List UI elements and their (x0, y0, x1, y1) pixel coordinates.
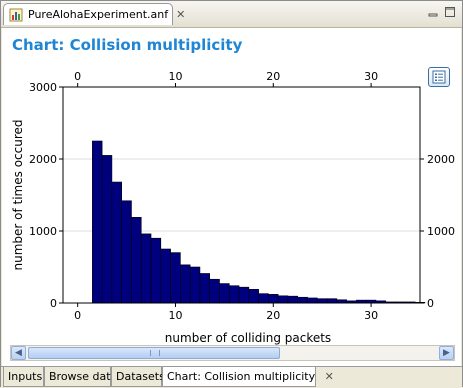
bar (326, 298, 338, 304)
y-tick-label-left: 0 (50, 297, 57, 310)
close-icon[interactable]: ✕ (325, 370, 334, 383)
tab-datasets[interactable]: Datasets (111, 367, 165, 387)
bar (317, 298, 328, 304)
bar (180, 264, 191, 304)
x-axis-label: number of colliding packets (165, 331, 331, 345)
bar (297, 296, 308, 304)
y-tick-label-left: 1000 (29, 225, 57, 238)
bar (140, 233, 152, 304)
editor-tab-bar: PureAlohaExperiment.anf ✕ (1, 1, 462, 28)
bar (160, 248, 171, 304)
editor-window: PureAlohaExperiment.anf ✕ Chart: Collisi… (0, 0, 463, 388)
y-tick-label-left: 2000 (29, 153, 57, 166)
maximize-button[interactable] (444, 6, 456, 18)
bar (150, 237, 162, 304)
bar (228, 285, 240, 304)
bar (101, 155, 113, 304)
bar (189, 266, 201, 304)
bar (199, 273, 211, 304)
bar (219, 283, 230, 304)
chart-file-icon (9, 8, 23, 22)
bar (170, 252, 181, 304)
tab-chart-label: Chart: Collision multiplicity (167, 370, 316, 383)
x-tick-label-top: 0 (74, 70, 81, 83)
bar (307, 297, 318, 304)
legend-toggle-button[interactable] (428, 67, 450, 87)
bar (131, 217, 142, 304)
tab-chart-collision-multiplicity[interactable]: Chart: Collision multiplicity ✕ (162, 367, 334, 387)
chart: 0 0 10 10 20 20 30 30 0 1000 2000 3000 0 1000 2000 num… (11, 70, 455, 345)
editor-tab[interactable]: PureAlohaExperiment.anf ✕ (3, 3, 185, 25)
y-tick-label-right: 1000 (427, 225, 455, 238)
bar (287, 295, 299, 304)
y-tick-label-right: 0 (427, 297, 434, 310)
horizontal-scrollbar[interactable]: ◀ ▶ (10, 345, 455, 361)
bar (121, 200, 132, 304)
scroll-thumb[interactable] (28, 347, 280, 359)
bar (248, 289, 259, 304)
y-tick-label-left: 3000 (29, 81, 57, 94)
scroll-left-button[interactable]: ◀ (11, 346, 26, 360)
chart-editor: Chart: Collision multiplicity 0 0 10 10 20 20… (2, 28, 461, 366)
grip-icon (150, 350, 160, 356)
y-axis-label: number of times occured (11, 119, 25, 270)
y-tick-label-right: 2000 (427, 153, 455, 166)
x-tick-label-bottom: 20 (266, 309, 280, 322)
bar (258, 293, 269, 304)
tab-browse-data[interactable]: Browse data (44, 367, 117, 387)
bar (238, 286, 250, 304)
bar (277, 295, 289, 304)
bar (92, 140, 103, 304)
bottom-tab-bar: Inputs Browse data Datasets Chart: Colli… (1, 366, 462, 388)
x-tick-label-bottom: 30 (364, 309, 378, 322)
scroll-right-button[interactable]: ▶ (439, 346, 454, 360)
bar (209, 278, 220, 304)
tab-inputs[interactable]: Inputs (3, 367, 44, 387)
x-tick-label-top: 10 (168, 70, 182, 83)
x-tick-label-bottom: 10 (168, 309, 182, 322)
minimize-button[interactable] (427, 6, 439, 18)
close-icon[interactable]: ✕ (176, 8, 185, 21)
editor-tab-label: PureAlohaExperiment.anf (28, 8, 169, 21)
bar (268, 294, 279, 304)
x-tick-label-top: 20 (266, 70, 280, 83)
bar (111, 181, 122, 304)
x-tick-label-top: 30 (364, 70, 378, 83)
bars (92, 140, 426, 304)
x-tick-label-bottom: 0 (74, 309, 81, 322)
